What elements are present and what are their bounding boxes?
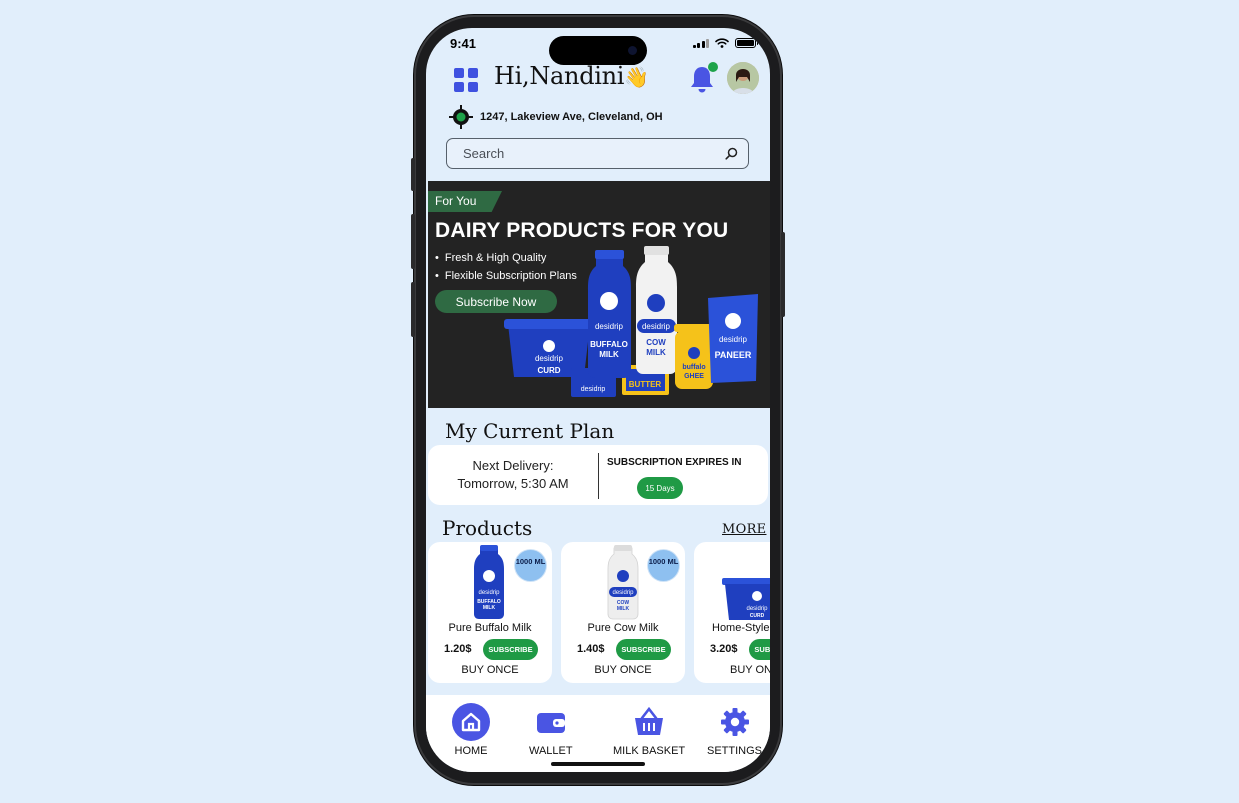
svg-text:desidrip: desidrip bbox=[535, 354, 564, 363]
product-card[interactable]: desidrip CURD Home-Style Curd 3.20$ SUBS… bbox=[694, 542, 770, 683]
nav-wallet-label: WALLET bbox=[529, 745, 573, 757]
menu-grid-icon[interactable] bbox=[454, 68, 478, 92]
svg-text:MILK: MILK bbox=[483, 605, 496, 611]
buy-once-button[interactable]: BUY ONCE bbox=[730, 664, 770, 676]
home-icon bbox=[452, 703, 490, 741]
dynamic-island bbox=[549, 36, 647, 65]
search-bar[interactable] bbox=[446, 138, 749, 169]
buy-once-button[interactable]: BUY ONCE bbox=[561, 664, 685, 676]
nav-home[interactable]: HOME bbox=[452, 703, 490, 757]
banner-bullets: Fresh & High Quality Flexible Subscripti… bbox=[435, 249, 577, 285]
svg-text:desidrip: desidrip bbox=[612, 590, 634, 596]
phone-power-button bbox=[781, 232, 785, 317]
svg-text:CURD: CURD bbox=[750, 613, 765, 619]
product-name: Home-Style Curd bbox=[712, 622, 770, 634]
volume-badge: 1000 ML bbox=[515, 550, 546, 581]
banner-tag: For You bbox=[428, 191, 502, 212]
svg-text:COW: COW bbox=[646, 338, 666, 347]
banner-bullet: Flexible Subscription Plans bbox=[435, 267, 577, 285]
nav-home-label: HOME bbox=[454, 745, 488, 757]
svg-text:MILK: MILK bbox=[646, 348, 666, 357]
wave-icon: 👋 bbox=[624, 65, 649, 89]
status-time: 9:41 bbox=[450, 36, 477, 51]
product-name: Pure Buffalo Milk bbox=[448, 622, 532, 634]
product-price: 1.40$ bbox=[577, 643, 605, 655]
product-price: 1.20$ bbox=[444, 643, 472, 655]
current-plan-card[interactable]: Next Delivery: Tomorrow, 5:30 AM SUBSCRI… bbox=[428, 445, 768, 505]
svg-text:desidrip: desidrip bbox=[642, 322, 671, 331]
nav-wallet[interactable]: WALLET bbox=[529, 703, 573, 757]
next-delivery: Next Delivery: Tomorrow, 5:30 AM bbox=[428, 445, 598, 505]
next-delivery-label: Next Delivery: bbox=[472, 458, 554, 473]
banner-paneer-label: PANEER bbox=[715, 350, 752, 360]
products-carousel[interactable]: desidrip BUFFALO MILK 1000 ML Pure Buffa… bbox=[428, 542, 770, 683]
svg-text:desidrip: desidrip bbox=[719, 335, 748, 344]
greeting-text: Hi,Nandini bbox=[494, 62, 625, 90]
svg-text:desidrip: desidrip bbox=[595, 322, 624, 331]
more-link[interactable]: MORE bbox=[722, 522, 766, 537]
subscribe-now-button[interactable]: Subscribe Now bbox=[435, 290, 557, 313]
expiry-label: SUBSCRIPTION EXPIRES IN bbox=[607, 457, 742, 468]
nav-milk-basket[interactable]: MILK BASKET bbox=[613, 703, 685, 757]
greeting: Hi,Nandini👋 bbox=[494, 62, 649, 90]
phone-volume-down bbox=[411, 282, 415, 337]
notification-bell-icon[interactable] bbox=[688, 62, 718, 94]
search-icon[interactable] bbox=[725, 147, 738, 160]
expiry-days-badge: 15 Days bbox=[637, 477, 683, 499]
nav-milk-basket-label: MILK BASKET bbox=[613, 745, 686, 757]
next-delivery-value: Tomorrow, 5:30 AM bbox=[457, 476, 569, 491]
banner-butter-label: BUTTER bbox=[629, 380, 662, 389]
phone-side-button bbox=[411, 158, 415, 191]
wallet-icon bbox=[536, 713, 565, 733]
svg-text:GHEE: GHEE bbox=[684, 373, 704, 380]
wifi-icon bbox=[715, 38, 729, 48]
status-icons bbox=[692, 38, 758, 48]
banner-bullet: Fresh & High Quality bbox=[435, 249, 577, 267]
signal-icon bbox=[692, 38, 709, 48]
basket-icon bbox=[635, 706, 664, 735]
address-text: 1247, Lakeview Ave, Cleveland, OH bbox=[480, 111, 663, 123]
product-card[interactable]: desidrip BUFFALO MILK 1000 ML Pure Buffa… bbox=[428, 542, 552, 683]
banner-curd-label: CURD bbox=[537, 366, 560, 375]
location-target-icon bbox=[449, 105, 473, 129]
subscription-expiry: SUBSCRIPTION EXPIRES IN 15 Days bbox=[599, 445, 768, 505]
subscribe-button[interactable]: SUBSCRIBE bbox=[483, 639, 538, 660]
phone-volume-up bbox=[411, 214, 415, 269]
banner-title: DAIRY PRODUCTS FOR YOU bbox=[435, 219, 729, 242]
svg-text:desidrip: desidrip bbox=[581, 386, 606, 393]
home-indicator bbox=[551, 762, 645, 766]
notification-dot bbox=[708, 62, 718, 72]
product-card[interactable]: desidrip COW MILK 1000 ML Pure Cow Milk … bbox=[561, 542, 685, 683]
location-row[interactable]: 1247, Lakeview Ave, Cleveland, OH bbox=[448, 104, 663, 130]
svg-text:BUFFALO: BUFFALO bbox=[590, 340, 628, 349]
product-name: Pure Cow Milk bbox=[587, 622, 659, 634]
nav-settings-label: SETTINGS bbox=[707, 745, 763, 757]
svg-text:MILK: MILK bbox=[617, 606, 630, 612]
bottom-nav: HOME WALLET MILK BASKET SETTINGS bbox=[426, 695, 770, 772]
avatar[interactable] bbox=[727, 62, 759, 94]
app-screen: 9:41 Hi,Nandini👋 1247, Lakeview Ave, Cle… bbox=[426, 28, 770, 772]
buy-once-button[interactable]: BUY ONCE bbox=[428, 664, 552, 676]
svg-text:MILK: MILK bbox=[599, 350, 619, 359]
svg-text:buffalo: buffalo bbox=[682, 364, 705, 371]
svg-text:desidrip: desidrip bbox=[746, 606, 768, 612]
subscribe-button[interactable]: SUBSCRIBE bbox=[616, 639, 671, 660]
products-title: Products bbox=[442, 516, 533, 540]
curd-image: desidrip CURD bbox=[722, 578, 770, 620]
product-price: 3.20$ bbox=[710, 643, 738, 655]
battery-icon bbox=[735, 38, 758, 48]
current-plan-title: My Current Plan bbox=[445, 419, 615, 443]
gear-icon bbox=[720, 708, 749, 736]
svg-text:desidrip: desidrip bbox=[478, 590, 500, 596]
promo-banner[interactable]: CURD desidrip desidrip BUTTER desidrip B… bbox=[428, 181, 770, 408]
nav-settings[interactable]: SETTINGS bbox=[707, 703, 762, 757]
subscribe-button[interactable]: SUBSCRIBE bbox=[749, 639, 770, 660]
volume-badge: 1000 ML bbox=[648, 550, 679, 581]
search-input[interactable] bbox=[463, 146, 703, 161]
